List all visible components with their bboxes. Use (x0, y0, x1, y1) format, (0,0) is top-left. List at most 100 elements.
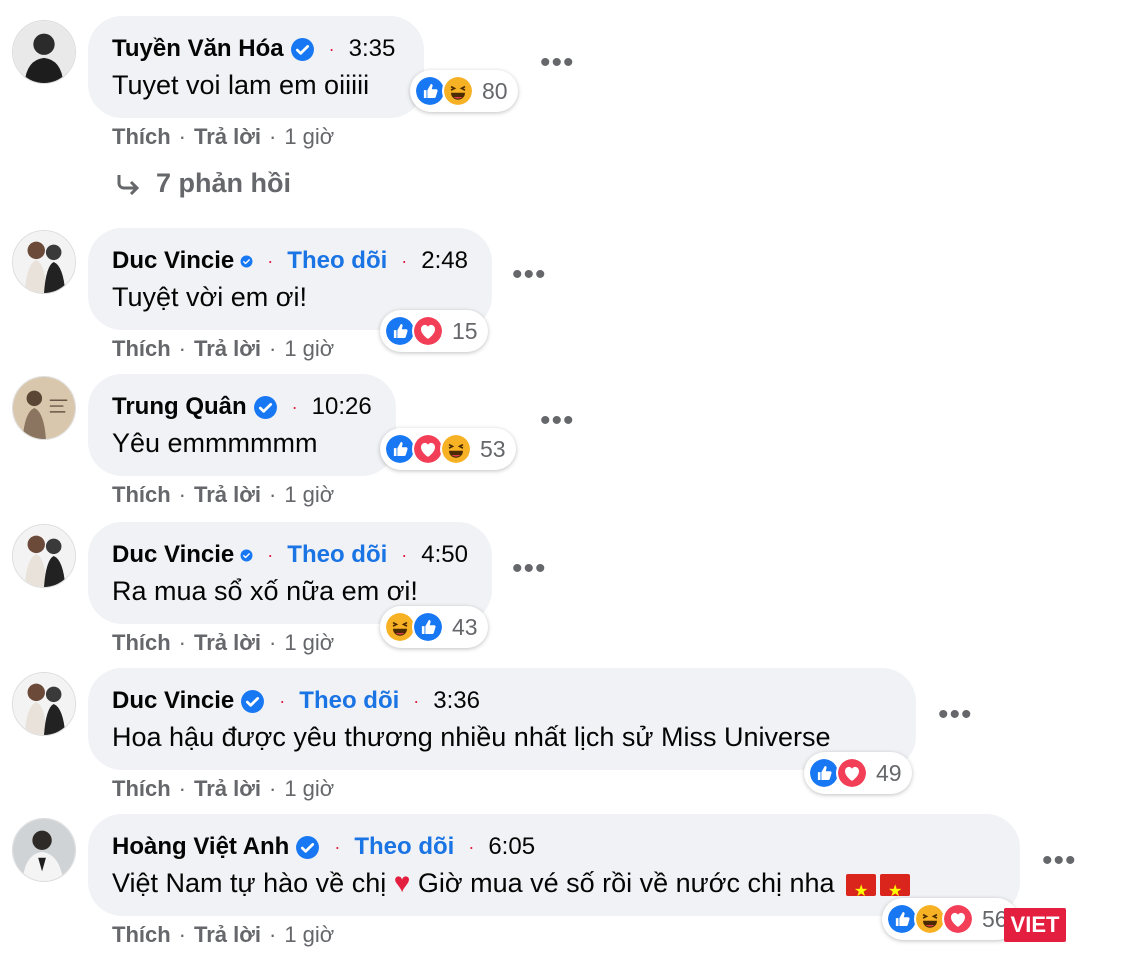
more-options-icon[interactable]: ••• (938, 700, 973, 730)
reply-arrow-icon (117, 174, 140, 195)
like-link[interactable]: Thích (112, 124, 171, 149)
comment-text: Yêu emmmmmm (112, 428, 318, 458)
comment-text: Việt Nam tự hào về chị ♥ Giờ mua vé số r… (112, 864, 996, 911)
verified-badge-icon (253, 395, 277, 419)
comment-age[interactable]: 1 giờ (284, 922, 334, 947)
more-options-icon[interactable]: ••• (512, 554, 547, 584)
follow-button[interactable]: Theo dõi (354, 833, 454, 861)
reaction-count: 49 (876, 759, 902, 786)
reply-link[interactable]: Trả lời (194, 776, 261, 801)
reaction-summary[interactable]: 49 (804, 752, 912, 794)
verified-badge-icon (290, 37, 314, 61)
avatar[interactable] (12, 376, 76, 440)
reply-link[interactable]: Trả lời (194, 922, 261, 947)
more-options-icon[interactable]: ••• (512, 260, 547, 290)
like-icon (412, 611, 444, 643)
author-name[interactable]: Hoàng Việt Anh (112, 833, 289, 861)
reaction-count: 80 (482, 77, 508, 104)
follow-button[interactable]: Theo dõi (299, 687, 399, 715)
comment-bubble: Tuyền Văn Hóa · 3:35 Tuyet voi lam em oi… (88, 16, 424, 118)
comment-actions: Thích · Trả lời · 1 giờ (112, 630, 335, 655)
avatar[interactable] (12, 230, 76, 294)
avatar[interactable] (12, 818, 76, 882)
reaction-summary[interactable]: 56 (882, 898, 1018, 940)
comment-actions: Thích · Trả lời · 1 giờ (112, 922, 335, 947)
comment-time[interactable]: 6:05 (488, 833, 535, 861)
like-link[interactable]: Thích (112, 482, 171, 507)
avatar[interactable] (12, 20, 76, 84)
reply-link[interactable]: Trả lời (194, 482, 261, 507)
comment-age[interactable]: 1 giờ (284, 336, 334, 361)
red-heart-icon: ♥ (393, 867, 411, 898)
follow-button[interactable]: Theo dõi (287, 541, 387, 569)
like-link[interactable]: Thích (112, 336, 171, 361)
comment-text-part: Giờ mua vé số rồi về nước chị nha (417, 868, 835, 898)
separator-dot: · (401, 250, 408, 271)
comment-time[interactable]: 3:35 (349, 35, 396, 63)
comment-time[interactable]: 10:26 (312, 393, 372, 421)
reaction-summary[interactable]: 80 (410, 70, 518, 112)
author-name[interactable]: Duc Vincie (112, 541, 234, 569)
comment-bubble: Hoàng Việt Anh · Theo dõi · 6:05 Việt Na… (88, 814, 1020, 916)
author-name[interactable]: Duc Vincie (112, 687, 234, 715)
author-name[interactable]: Duc Vincie (112, 247, 234, 275)
love-icon (412, 315, 444, 347)
like-link[interactable]: Thích (112, 776, 171, 801)
author-name[interactable]: Trung Quân (112, 393, 247, 421)
comment-bubble: Trung Quân · 10:26 Yêu emmmmmm (88, 374, 396, 476)
separator-dot: · (468, 836, 475, 857)
comment-actions: Thích · Trả lời · 1 giờ (112, 776, 335, 801)
reply-link[interactable]: Trả lời (194, 336, 261, 361)
separator-dot: · (413, 690, 420, 711)
comment-age[interactable]: 1 giờ (284, 776, 334, 801)
comment-text: Ra mua sổ xố nữa em ơi! (112, 576, 418, 606)
verified-badge-icon (240, 255, 253, 267)
separator-dot: · (267, 250, 274, 271)
reaction-summary[interactable]: 15 (380, 310, 488, 352)
comment-time[interactable]: 2:48 (421, 247, 468, 275)
comment-text: Tuyet voi lam em oiiiii (112, 70, 370, 100)
vietnam-flag-icon (846, 873, 877, 911)
follow-button[interactable]: Theo dõi (287, 247, 387, 275)
comment-bubble: Duc Vincie · Theo dõi · 3:36 Hoa hậu đượ… (88, 668, 916, 770)
reaction-count: 43 (452, 613, 478, 640)
reaction-summary[interactable]: 43 (380, 606, 488, 648)
view-replies-link[interactable]: 7 phản hồi (116, 168, 291, 199)
separator-dot: · (334, 836, 341, 857)
reaction-count: 53 (480, 435, 506, 462)
comment-age[interactable]: 1 giờ (284, 482, 334, 507)
comment-actions: Thích · Trả lời · 1 giờ (112, 336, 335, 361)
comment-text-part: Việt Nam tự hào về chị (112, 868, 387, 898)
more-options-icon[interactable]: ••• (540, 48, 575, 78)
comment-age[interactable]: 1 giờ (284, 124, 334, 149)
like-link[interactable]: Thích (112, 630, 171, 655)
verified-badge-icon (296, 835, 320, 859)
more-options-icon[interactable]: ••• (540, 406, 575, 436)
haha-icon (440, 433, 472, 465)
reply-link[interactable]: Trả lời (194, 630, 261, 655)
separator-dot: · (267, 544, 274, 565)
reaction-count: 15 (452, 317, 478, 344)
comment-text: Hoa hậu được yêu thương nhiều nhất lịch … (112, 722, 831, 752)
comment-actions: Thích · Trả lời · 1 giờ (112, 482, 335, 507)
replies-count-label: 7 phản hồi (156, 168, 291, 198)
like-link[interactable]: Thích (112, 922, 171, 947)
separator-dot: · (401, 544, 408, 565)
author-name[interactable]: Tuyền Văn Hóa (112, 35, 284, 63)
reaction-summary[interactable]: 53 (380, 428, 516, 470)
reply-link[interactable]: Trả lời (194, 124, 261, 149)
comment-actions: Thích · Trả lời · 1 giờ (112, 124, 335, 149)
comment-age[interactable]: 1 giờ (284, 630, 334, 655)
verified-badge-icon (241, 689, 265, 713)
more-options-icon[interactable]: ••• (1042, 846, 1077, 876)
separator-dot: · (279, 690, 286, 711)
avatar[interactable] (12, 672, 76, 736)
verified-badge-icon (240, 549, 253, 561)
avatar[interactable] (12, 524, 76, 588)
love-icon (942, 903, 974, 935)
watermark-logo: VIET (1004, 908, 1066, 942)
comment-time[interactable]: 4:50 (421, 541, 468, 569)
love-icon (836, 757, 868, 789)
comment-time[interactable]: 3:36 (433, 687, 480, 715)
separator-dot: · (328, 38, 335, 59)
